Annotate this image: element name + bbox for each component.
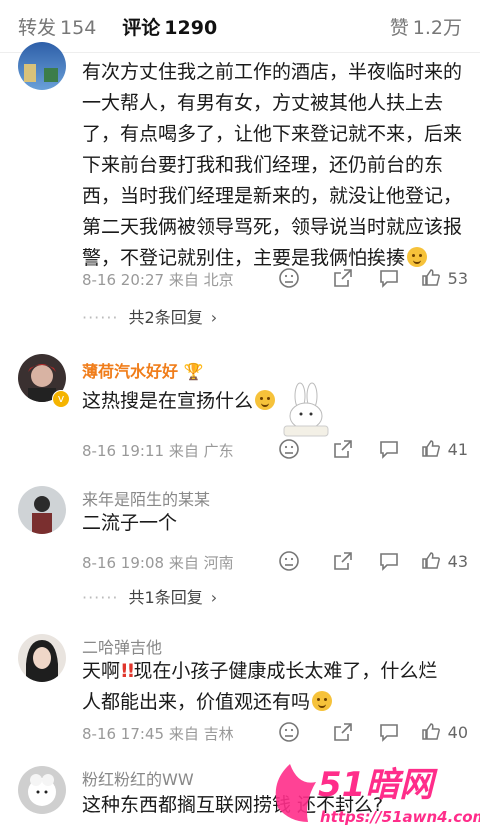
comment-body-line2: 人都能出来，价值观还有吗: [82, 691, 311, 713]
comment-meta: 8-16 20:27 来自 北京 53: [82, 267, 468, 291]
watermark-logo: 51暗网 https://51awn4.com: [275, 764, 480, 826]
comment-meta: 8-16 17:45 来自 吉林 40: [82, 721, 468, 745]
comment-text: 二流子一个: [82, 512, 178, 534]
comment-body: 有次方丈住我之前工作的酒店，半夜临时来的一大帮人，有男有女，方丈被其他人扶上去了…: [82, 61, 463, 269]
tab-likes[interactable]: 赞 1.2万: [390, 13, 462, 40]
comment-body-start: 天啊: [82, 660, 121, 682]
avatar[interactable]: [18, 42, 66, 90]
like-icon[interactable]: [420, 438, 442, 460]
comment-tabs: 转发 154 评论 1290 赞 1.2万: [0, 0, 480, 53]
avatar[interactable]: [18, 486, 66, 534]
like-icon[interactable]: [420, 721, 442, 743]
avatar-image: [32, 496, 52, 534]
like-count: 53: [447, 269, 468, 288]
tab-reposts-label: 转发: [18, 16, 57, 39]
view-replies-link[interactable]: ······ 共1条回复 ›: [82, 584, 217, 608]
comment-meta: 8-16 19:08 来自 河南 43: [82, 550, 468, 574]
username[interactable]: 粉红粉红的WW: [82, 766, 194, 790]
dislike-icon[interactable]: [278, 550, 300, 572]
like-count: 40: [447, 723, 468, 742]
comment-icon[interactable]: [378, 267, 400, 289]
comment-time: 8-16 17:45 来自 吉林: [82, 725, 234, 743]
comment-icon[interactable]: [378, 438, 400, 460]
view-replies-link[interactable]: ······ 共2条回复 ›: [82, 304, 217, 328]
watermark-flame-icon: [275, 764, 316, 822]
tab-reposts[interactable]: 转发 154: [18, 13, 96, 40]
share-icon[interactable]: [332, 438, 354, 460]
like-count: 41: [447, 440, 468, 459]
double-exclamation-icon: !!: [120, 660, 135, 682]
tab-likes-label: 赞: [389, 16, 409, 39]
comment-body-line1: 现在小孩子健康成长太难了，什么烂: [133, 660, 438, 682]
verified-badge-icon: v: [52, 390, 70, 408]
avatar[interactable]: [18, 634, 66, 682]
comment-body: 这热搜是在宣扬什么: [82, 390, 254, 412]
like-icon[interactable]: [420, 550, 442, 572]
comment-time: 8-16 19:11 来自 广东: [82, 442, 234, 460]
dislike-icon[interactable]: [278, 438, 300, 460]
like-icon[interactable]: [420, 267, 442, 289]
share-icon[interactable]: [332, 550, 354, 572]
tab-comments[interactable]: 评论 1290: [122, 13, 217, 40]
share-icon[interactable]: [332, 267, 354, 289]
comment-time: 8-16 19:08 来自 河南: [82, 554, 234, 572]
tab-comments-count: 1290: [164, 16, 218, 39]
share-icon[interactable]: [332, 721, 354, 743]
comment-text: 有次方丈住我之前工作的酒店，半夜临时来的一大帮人，有男有女，方丈被其他人扶上去了…: [82, 57, 467, 274]
comment-icon[interactable]: [378, 721, 400, 743]
comment-meta: 8-16 19:11 来自 广东 41: [82, 438, 468, 462]
comment-icon[interactable]: [378, 550, 400, 572]
username[interactable]: 来年是陌生的某某: [82, 486, 210, 510]
bunny-sticker-icon: [283, 382, 329, 437]
comment-text: 天啊!!现在小孩子健康成长太难了，什么烂 人都能出来，价值观还有吗: [82, 656, 467, 718]
tab-comments-label: 评论: [122, 16, 161, 39]
laugh-cry-emoji-icon: [407, 247, 428, 267]
smirk-emoji-icon: [312, 691, 333, 711]
dislike-icon[interactable]: [278, 721, 300, 743]
watermark-url: https://51awn4.com: [320, 808, 480, 826]
avatar-image: [24, 64, 58, 82]
avatar-image: [26, 640, 58, 682]
tab-likes-count: 1.2万: [412, 16, 462, 39]
avatar-image: [28, 774, 56, 806]
tab-reposts-count: 154: [60, 16, 97, 39]
avatar[interactable]: [18, 766, 66, 814]
username[interactable]: 薄荷汽水好好 🏆: [82, 358, 204, 382]
dislike-icon[interactable]: [278, 267, 300, 289]
like-count: 43: [447, 552, 468, 571]
watermark-brand: 51暗网: [318, 765, 438, 805]
comment-time: 8-16 20:27 来自 北京: [82, 271, 234, 289]
username[interactable]: 二哈弹吉他: [82, 634, 162, 658]
